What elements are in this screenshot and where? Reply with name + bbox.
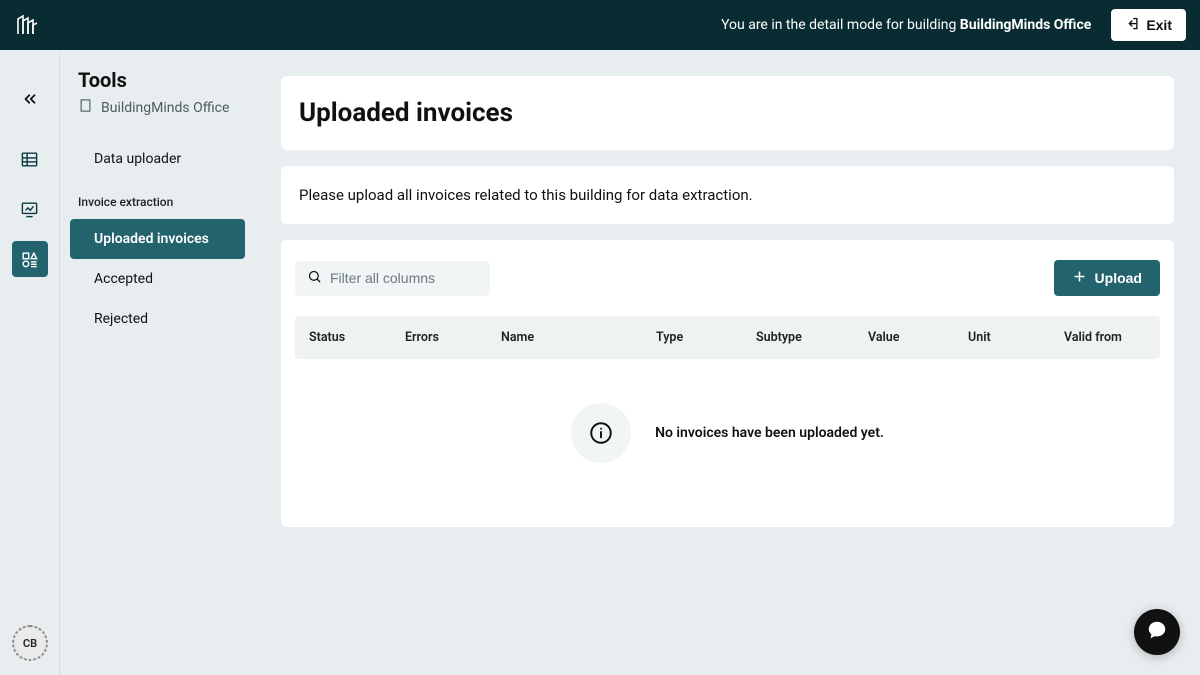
table-card: Upload Status Errors Name Type Subtype V… bbox=[281, 240, 1174, 527]
exit-button[interactable]: Exit bbox=[1111, 9, 1186, 41]
filter-input-wrap[interactable] bbox=[295, 261, 490, 296]
rail-item-monitor[interactable] bbox=[12, 191, 48, 227]
chat-icon bbox=[1146, 619, 1168, 645]
detail-mode-message: You are in the detail mode for building … bbox=[721, 17, 1091, 33]
nav-rail: CB bbox=[0, 50, 60, 675]
building-icon bbox=[78, 98, 93, 117]
rail-item-table[interactable] bbox=[12, 141, 48, 177]
app-header: You are in the detail mode for building … bbox=[0, 0, 1200, 50]
col-header-subtype[interactable]: Subtype bbox=[756, 330, 868, 345]
user-avatar[interactable]: CB bbox=[12, 625, 48, 661]
table-header-row: Status Errors Name Type Subtype Value Un… bbox=[295, 316, 1160, 359]
filter-input[interactable] bbox=[330, 270, 478, 286]
col-header-status[interactable]: Status bbox=[309, 330, 405, 345]
app-logo[interactable] bbox=[14, 12, 40, 38]
sidebar-item-uploaded-invoices[interactable]: Uploaded invoices bbox=[70, 219, 245, 259]
sidebar-link-data-uploader[interactable]: Data uploader bbox=[60, 139, 255, 179]
upload-button[interactable]: Upload bbox=[1054, 260, 1160, 296]
col-header-type[interactable]: Type bbox=[656, 330, 756, 345]
sidebar: Tools BuildingMinds Office Data uploader… bbox=[60, 50, 255, 675]
col-header-valid-from[interactable]: Valid from bbox=[1064, 330, 1146, 345]
empty-state: No invoices have been uploaded yet. bbox=[295, 359, 1160, 507]
info-icon bbox=[571, 403, 631, 463]
exit-button-label: Exit bbox=[1146, 17, 1172, 33]
col-header-unit[interactable]: Unit bbox=[968, 330, 1064, 345]
instruction-card: Please upload all invoices related to th… bbox=[281, 166, 1174, 224]
page-title: Uploaded invoices bbox=[281, 76, 1174, 150]
plus-icon bbox=[1072, 269, 1087, 287]
chat-fab[interactable] bbox=[1134, 609, 1180, 655]
page-title-card: Uploaded invoices bbox=[281, 76, 1174, 150]
sidebar-building: BuildingMinds Office bbox=[60, 98, 255, 139]
exit-icon bbox=[1125, 16, 1140, 34]
main-content: Uploaded invoices Please upload all invo… bbox=[255, 50, 1200, 675]
upload-button-label: Upload bbox=[1095, 270, 1142, 286]
sidebar-building-name: BuildingMinds Office bbox=[101, 100, 229, 116]
col-header-name[interactable]: Name bbox=[501, 330, 656, 345]
sidebar-item-accepted[interactable]: Accepted bbox=[60, 259, 255, 299]
sidebar-item-rejected[interactable]: Rejected bbox=[60, 299, 255, 339]
search-icon bbox=[307, 269, 322, 288]
sidebar-section-invoice-extraction: Invoice extraction bbox=[60, 179, 255, 219]
col-header-errors[interactable]: Errors bbox=[405, 330, 501, 345]
sidebar-title: Tools bbox=[60, 68, 255, 98]
table-toolbar: Upload bbox=[295, 260, 1160, 296]
rail-item-tools[interactable] bbox=[12, 241, 48, 277]
collapse-sidebar-button[interactable] bbox=[16, 85, 44, 113]
instruction-text: Please upload all invoices related to th… bbox=[281, 166, 1174, 224]
empty-state-text: No invoices have been uploaded yet. bbox=[655, 425, 884, 441]
col-header-value[interactable]: Value bbox=[868, 330, 968, 345]
